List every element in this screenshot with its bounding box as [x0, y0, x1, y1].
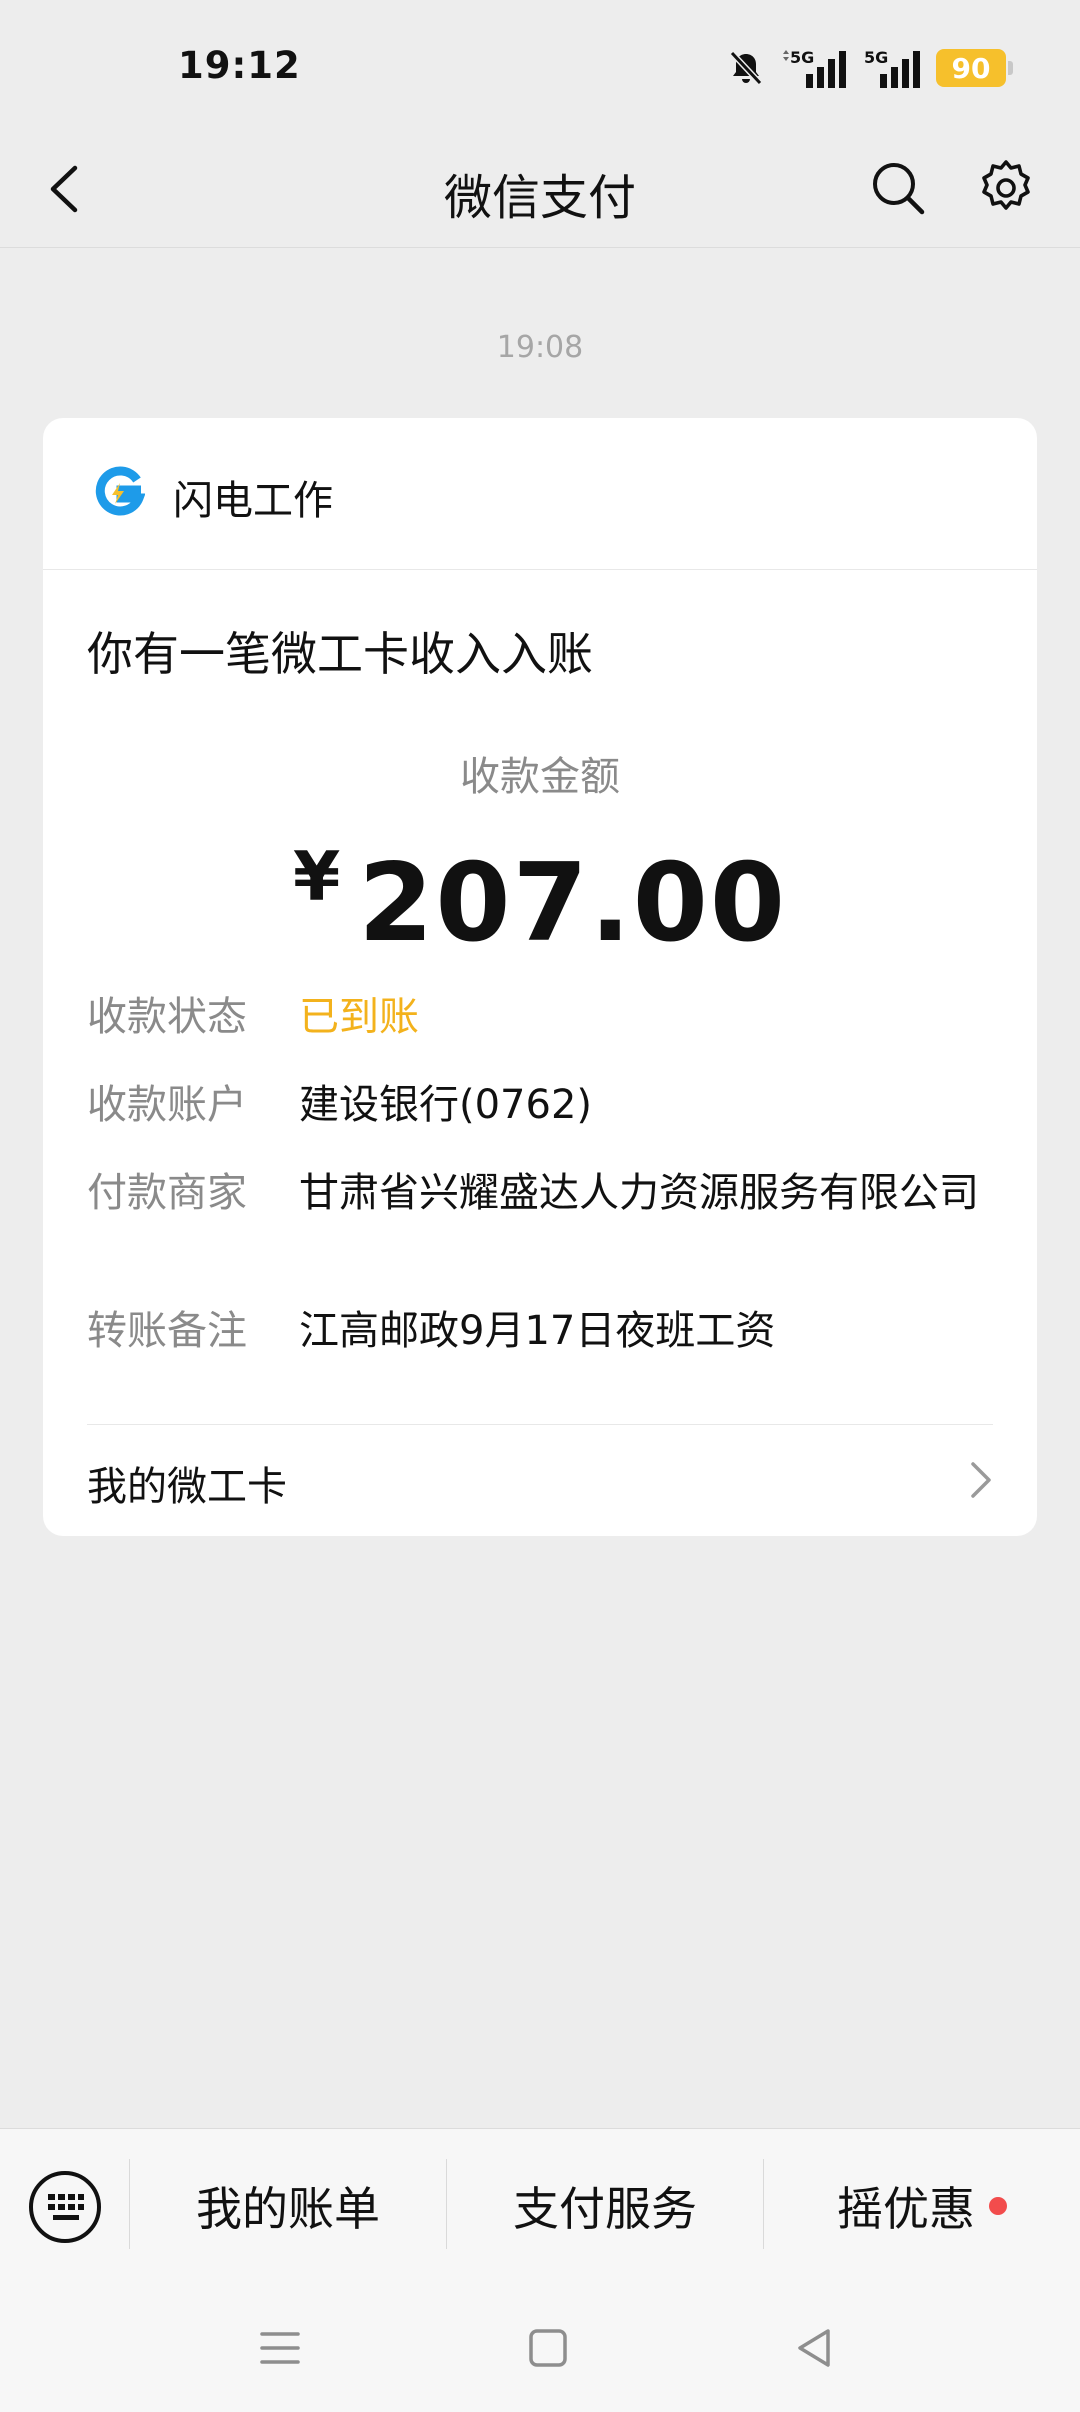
my-work-card-link[interactable]: 我的微工卡: [43, 1424, 1037, 1536]
nav-header: 微信支付: [0, 130, 1080, 248]
keyboard-toggle-button[interactable]: [27, 2169, 103, 2245]
menu-label: 我的账单: [196, 2182, 380, 2236]
detail-label: 转账备注: [87, 1308, 247, 1354]
wechat-pay-chat-screen: 19:12 5G 5G 90 微信支付 19:08 闪电工作 你有一笔微工卡收入…: [0, 0, 1080, 2412]
menu-shake-discounts[interactable]: 摇优惠: [764, 2129, 1080, 2283]
payment-notification-card[interactable]: 闪电工作 你有一笔微工卡收入入账 收款金额 ¥207.00 收款状态 已到账 收…: [43, 418, 1037, 1536]
card-header[interactable]: 闪电工作: [43, 418, 1037, 570]
signal-5g-icon: 5G: [780, 46, 850, 90]
amount-value: 207.00: [358, 841, 788, 966]
bottom-menu: 我的账单 支付服务 摇优惠: [0, 2128, 1080, 2282]
account-value: 建设银行(0762): [299, 1082, 593, 1128]
system-back-button[interactable]: [778, 2312, 850, 2384]
remark-value: 江高邮政9月17日夜班工资: [299, 1308, 776, 1354]
menu-label: 支付服务: [513, 2182, 697, 2236]
recent-apps-button[interactable]: [244, 2312, 316, 2384]
detail-label: 付款商家: [87, 1170, 247, 1216]
back-triangle-icon: [798, 2329, 830, 2367]
status-icons: 5G 5G 90: [726, 46, 1013, 90]
status-time: 19:12: [178, 44, 301, 87]
detail-label: 收款状态: [87, 994, 247, 1040]
menu-payment-services[interactable]: 支付服务: [447, 2129, 763, 2283]
detail-label: 收款账户: [87, 1082, 247, 1128]
lightning-work-logo-icon: [95, 466, 145, 516]
signal-5g-icon: 5G: [864, 46, 922, 90]
footer-link-label: 我的微工卡: [87, 1464, 287, 1510]
home-square-icon: [529, 2329, 567, 2367]
status-value: 已到账: [299, 994, 419, 1040]
status-bar: 19:12 5G 5G 90: [0, 0, 1080, 130]
home-button[interactable]: [512, 2312, 584, 2384]
system-nav-bar: [0, 2282, 1080, 2412]
menu-lines-icon: [260, 2332, 300, 2364]
merchant-name: 闪电工作: [173, 478, 333, 524]
settings-button[interactable]: [968, 150, 1044, 226]
menu-label: 摇优惠: [837, 2182, 975, 2236]
chevron-right-icon: [961, 1458, 1001, 1502]
amount-label: 收款金额: [460, 754, 620, 800]
payer-value: 甘肃省兴耀盛达人力资源服务有限公司: [299, 1170, 979, 1216]
amount: ¥207.00: [43, 838, 1037, 966]
message-timestamp: 19:08: [496, 330, 584, 365]
svg-text:5G: 5G: [864, 48, 888, 67]
gear-icon: [982, 160, 1030, 210]
bell-muted-icon: [726, 48, 766, 88]
battery-icon: 90: [936, 49, 1013, 87]
notification-dot: [989, 2197, 1007, 2215]
search-icon: [873, 163, 925, 215]
menu-my-bills[interactable]: 我的账单: [130, 2129, 446, 2283]
search-button[interactable]: [862, 152, 934, 224]
currency-symbol: ¥: [292, 838, 341, 917]
card-title: 你有一笔微工卡收入入账: [87, 627, 593, 681]
keyboard-icon: [29, 2171, 101, 2243]
svg-text:5G: 5G: [790, 48, 814, 67]
battery-level: 90: [951, 51, 991, 85]
